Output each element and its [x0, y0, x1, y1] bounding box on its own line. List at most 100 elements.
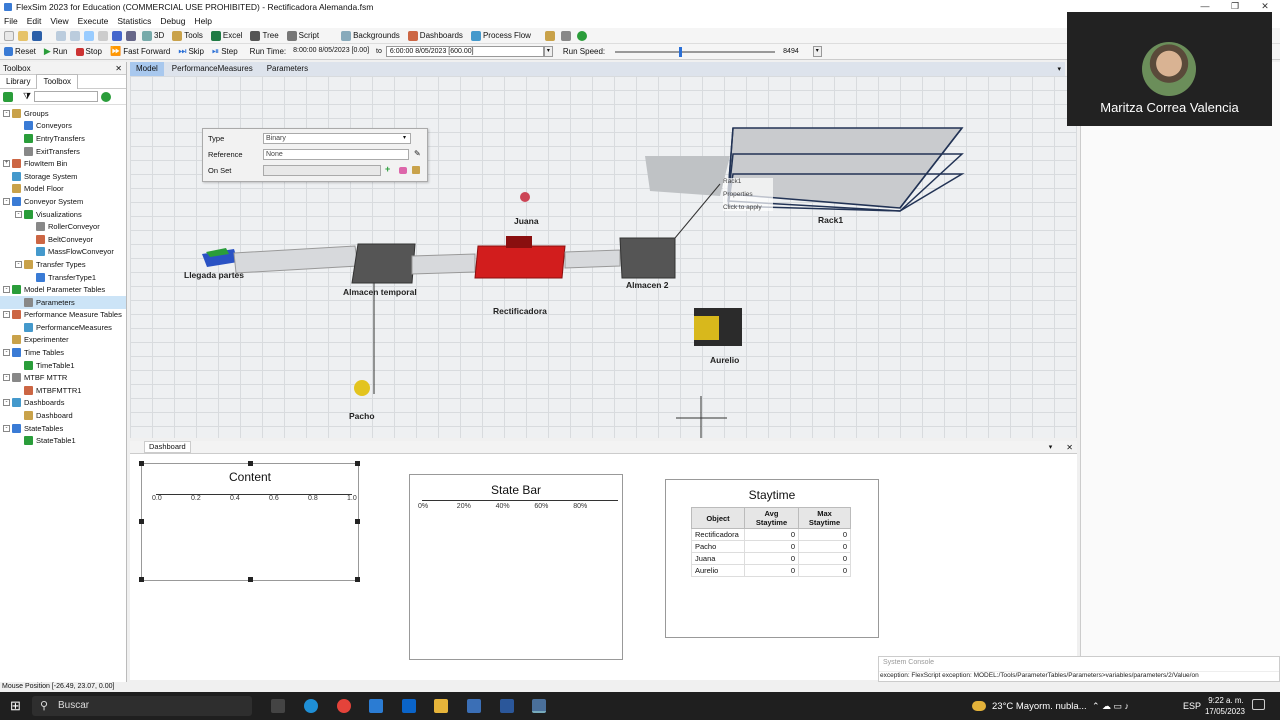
- eyedropper-icon[interactable]: ✎: [414, 149, 421, 158]
- tree-expander-icon[interactable]: -: [3, 109, 10, 117]
- toolbar-script-button[interactable]: Script: [286, 30, 319, 41]
- new-file-icon[interactable]: [4, 30, 14, 41]
- tab-library[interactable]: Library: [0, 75, 36, 89]
- tree-expander-icon[interactable]: [15, 299, 22, 306]
- tree-expander-icon[interactable]: [27, 236, 34, 243]
- tree-item[interactable]: Parameters: [0, 295, 126, 309]
- tabs-menu-chevron-icon[interactable]: ▾: [1057, 65, 1061, 73]
- resize-handle[interactable]: [139, 519, 144, 524]
- tree-expander-icon[interactable]: [15, 437, 22, 444]
- onset-field[interactable]: [263, 165, 381, 176]
- tree-item[interactable]: Dashboard: [0, 409, 126, 422]
- resize-handle[interactable]: [248, 577, 253, 582]
- tree-item[interactable]: - Performance Measure Tables: [0, 309, 126, 322]
- toolbar-3d-button[interactable]: 3D: [142, 30, 164, 41]
- add-icon[interactable]: [3, 91, 13, 102]
- tree-expander-icon[interactable]: [3, 185, 10, 192]
- open-folder-icon[interactable]: [18, 30, 28, 41]
- tree-item[interactable]: - StateTables: [0, 422, 126, 435]
- state-bar-widget[interactable]: State Bar 0% 20% 40% 60% 80%: [409, 474, 623, 660]
- tree-expander-icon[interactable]: -: [3, 424, 10, 432]
- tray-icons[interactable]: ⌃ ☁ ▭ ♪: [1092, 701, 1129, 712]
- connect-icon[interactable]: [98, 30, 108, 41]
- file-explorer-icon[interactable]: [434, 699, 448, 713]
- end-time-field[interactable]: 6:00:00 8/05/2023 [600.00]: [385, 46, 544, 57]
- reset-button[interactable]: Reset: [4, 47, 36, 56]
- speed-chevron-down-icon[interactable]: ▾: [812, 46, 822, 57]
- tree-item[interactable]: RollerConveyor: [0, 220, 126, 233]
- save-icon[interactable]: [32, 30, 42, 41]
- tree-item[interactable]: Storage System: [0, 170, 126, 183]
- chrome-icon[interactable]: [337, 699, 351, 713]
- tree-item[interactable]: + FlowItem Bin: [0, 157, 126, 170]
- flexsim-taskbar-icon[interactable]: [532, 699, 546, 713]
- chevron-down-icon[interactable]: ▾: [543, 46, 553, 57]
- tab-model[interactable]: Model: [130, 62, 164, 76]
- tree-expander-icon[interactable]: -: [3, 286, 10, 294]
- tree-item[interactable]: TimeTable1: [0, 359, 126, 372]
- windows-start-icon[interactable]: ⊞: [10, 698, 21, 714]
- content-chart-widget[interactable]: Content 0.0 0.2 0.4 0.6 0.8 1.0: [139, 461, 360, 582]
- tree-expander-icon[interactable]: [27, 223, 34, 230]
- reference-field[interactable]: None: [263, 149, 409, 160]
- tree-expander-icon[interactable]: [15, 324, 22, 331]
- clock-date[interactable]: 17/05/2023: [1201, 707, 1249, 716]
- tree-item[interactable]: - Time Tables: [0, 346, 126, 359]
- notifications-icon[interactable]: [1252, 699, 1265, 710]
- staytime-widget[interactable]: Staytime Object Avg Staytime Max Staytim…: [665, 479, 879, 638]
- toolbar-excel-button[interactable]: Excel: [210, 30, 242, 41]
- task-view-icon[interactable]: [271, 699, 285, 713]
- word-icon[interactable]: [500, 699, 514, 713]
- type-chevron-down-icon[interactable]: ▾: [403, 134, 406, 141]
- menu-statistics[interactable]: Statistics: [117, 16, 151, 26]
- tree-item[interactable]: - Model Parameter Tables: [0, 283, 126, 296]
- help-icon[interactable]: [576, 30, 587, 41]
- tree-item[interactable]: MTBFMTTR1: [0, 384, 126, 397]
- resize-handle[interactable]: [355, 461, 360, 466]
- tree-expander-icon[interactable]: [3, 173, 10, 180]
- tree-item[interactable]: - MTBF MTTR: [0, 371, 126, 384]
- tree-expander-icon[interactable]: [27, 274, 34, 281]
- tree-expander-icon[interactable]: -: [15, 260, 22, 268]
- menu-debug[interactable]: Debug: [160, 16, 185, 26]
- tree-expander-icon[interactable]: [27, 248, 34, 255]
- menu-view[interactable]: View: [50, 16, 68, 26]
- step-button[interactable]: ⏯ Step: [212, 46, 238, 57]
- resize-handle[interactable]: [139, 461, 144, 466]
- language-indicator[interactable]: ESP: [1183, 701, 1201, 711]
- start-time-field[interactable]: 8:00:00 8/05/2023 [0.00]: [290, 46, 372, 57]
- tree-item[interactable]: Model Floor: [0, 183, 126, 196]
- tab-toolbox[interactable]: Toolbox: [36, 74, 79, 89]
- filter-input[interactable]: [34, 91, 99, 102]
- eraser-icon[interactable]: [399, 167, 407, 174]
- tab-performance-measures[interactable]: PerformanceMeasures: [166, 62, 259, 76]
- tree-expander-icon[interactable]: [3, 336, 10, 343]
- toolbar-tree-button[interactable]: Tree: [250, 30, 279, 41]
- resize-handle[interactable]: [355, 577, 360, 582]
- clock-time[interactable]: 9:22 a. m.: [1206, 696, 1246, 705]
- tree-expander-icon[interactable]: [15, 148, 22, 155]
- tree-expander-icon[interactable]: [15, 362, 22, 369]
- run-button[interactable]: ▶ Run: [44, 46, 68, 57]
- store-icon[interactable]: [369, 699, 383, 713]
- redo-icon[interactable]: [70, 30, 80, 41]
- resize-handle[interactable]: [355, 519, 360, 524]
- skip-button[interactable]: ⏭ Skip: [178, 46, 204, 57]
- tree-item[interactable]: BeltConveyor: [0, 233, 126, 246]
- menu-help[interactable]: Help: [194, 16, 211, 26]
- tree-item[interactable]: - Transfer Types: [0, 258, 126, 271]
- grid-icon[interactable]: [112, 30, 122, 41]
- undo-icon[interactable]: [56, 30, 66, 41]
- help-icon[interactable]: [101, 91, 112, 102]
- fast-forward-button[interactable]: ⏩ Fast Forward: [110, 46, 170, 57]
- weather-text[interactable]: 23°C Mayorm. nubla...: [992, 701, 1087, 712]
- tree-item[interactable]: PerformanceMeasures: [0, 321, 126, 334]
- resize-handle[interactable]: [139, 577, 144, 582]
- menu-edit[interactable]: Edit: [27, 16, 42, 26]
- slider-thumb[interactable]: [679, 46, 683, 57]
- menu-execute[interactable]: Execute: [78, 16, 109, 26]
- tree-expander-icon[interactable]: [15, 387, 22, 394]
- tree-item[interactable]: MassFlowConveyor: [0, 246, 126, 259]
- tree-expander-icon[interactable]: +: [3, 160, 10, 168]
- tree-expander-icon[interactable]: -: [15, 210, 22, 218]
